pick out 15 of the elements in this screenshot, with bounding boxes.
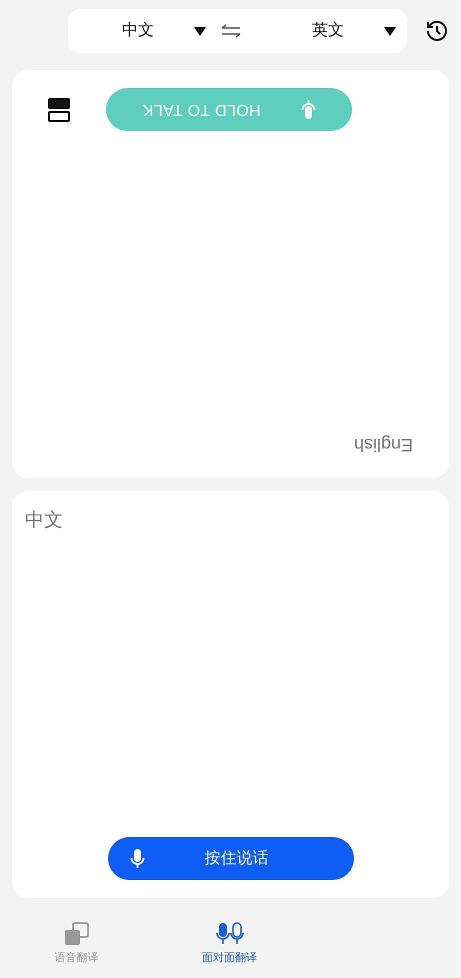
history-icon[interactable] <box>425 19 449 43</box>
microphone-icon <box>300 100 316 120</box>
nav-tab[interactable]: 面对面翻译 <box>153 910 306 978</box>
swap-arrows-icon[interactable] <box>221 24 241 38</box>
source-language-dropdown[interactable]: 中文 <box>68 19 208 43</box>
two-microphones-icon <box>216 922 244 946</box>
language-label: 中文 <box>25 509 63 533</box>
dropdown-caret-icon <box>194 26 206 36</box>
dropdown-caret-icon <box>384 26 396 36</box>
target-language-dropdown[interactable]: 英文 <box>254 19 396 43</box>
layout-toggle-icon[interactable] <box>48 98 70 122</box>
language-label: English <box>354 434 413 457</box>
translate-icon <box>64 922 90 946</box>
microphone-icon <box>130 848 144 868</box>
hold-to-talk-button[interactable]: 按住说话 <box>108 837 354 880</box>
